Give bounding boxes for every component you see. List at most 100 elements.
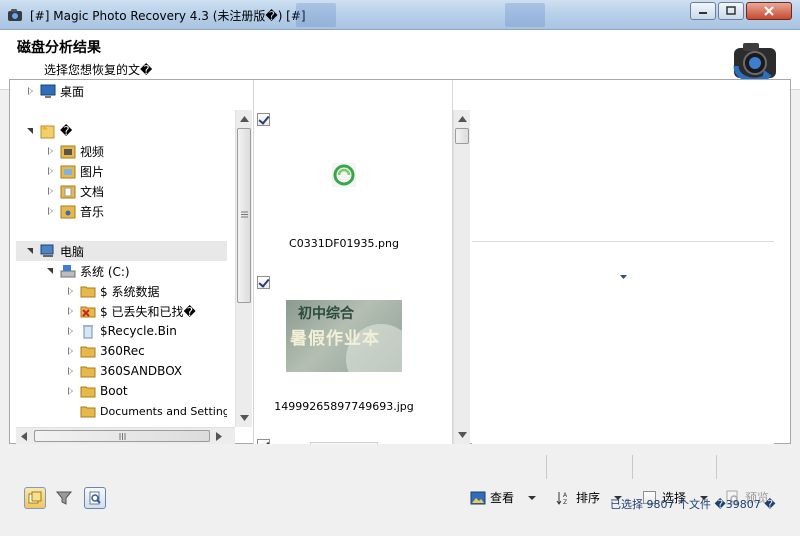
status-bar-text: 已选择 9807 个文件 �39807 � bbox=[610, 498, 776, 511]
expand-icon[interactable] bbox=[26, 86, 36, 96]
sort-label: 排序 bbox=[576, 491, 601, 505]
file-checkbox[interactable] bbox=[257, 276, 270, 289]
scroll-left-icon[interactable] bbox=[21, 432, 27, 441]
folder-view-icon bbox=[28, 491, 42, 504]
thumbnails-vertical-scrollbar[interactable] bbox=[453, 110, 470, 444]
tree-scroll-thumb[interactable] bbox=[237, 128, 251, 303]
expand-icon[interactable] bbox=[66, 326, 76, 336]
scroll-down-icon[interactable] bbox=[240, 415, 249, 421]
tree-item-label: 360SANDBOX bbox=[100, 364, 183, 378]
expand-icon[interactable] bbox=[66, 286, 76, 296]
videos-folder-icon bbox=[60, 145, 76, 159]
tree-item-label: Documents and Settings bbox=[100, 404, 227, 418]
tree-vertical-scrollbar[interactable] bbox=[235, 110, 252, 427]
svg-text:Z: Z bbox=[563, 499, 567, 506]
background-window-ghost bbox=[505, 3, 545, 27]
expand-icon[interactable] bbox=[66, 346, 76, 356]
tree-item-drive-c[interactable]: 系统 (C:) bbox=[16, 261, 227, 281]
tree-item-label: 图片 bbox=[80, 164, 105, 179]
thumbnail-view-toggle[interactable] bbox=[24, 487, 46, 509]
tree-item-folder[interactable]: 360SANDBOX bbox=[16, 361, 227, 381]
collapse-icon[interactable] bbox=[26, 246, 36, 256]
tree-item-videos[interactable]: 视频 bbox=[16, 141, 227, 161]
close-button[interactable] bbox=[746, 2, 792, 20]
expand-icon[interactable] bbox=[66, 366, 76, 376]
preview-splitter[interactable] bbox=[472, 241, 774, 242]
tree-item-label: � bbox=[60, 124, 73, 138]
drive-icon bbox=[60, 265, 76, 278]
scroll-down-icon[interactable] bbox=[458, 432, 467, 438]
expand-icon[interactable] bbox=[46, 146, 56, 156]
folder-icon bbox=[80, 406, 96, 418]
tree-item-music[interactable]: 音乐 bbox=[16, 201, 227, 221]
maximize-button[interactable] bbox=[718, 2, 744, 20]
music-folder-icon bbox=[60, 205, 76, 219]
minimize-button[interactable] bbox=[690, 2, 716, 20]
maximize-icon bbox=[726, 6, 736, 15]
tree-item-label: $ 系统数据 bbox=[100, 284, 160, 299]
expand-icon[interactable] bbox=[66, 306, 76, 316]
png-thumbnail-icon[interactable] bbox=[332, 163, 356, 187]
expand-icon[interactable] bbox=[46, 166, 56, 176]
minimize-icon bbox=[699, 12, 707, 14]
tree-hscroll-thumb[interactable] bbox=[34, 430, 210, 442]
recycle-bin-icon bbox=[83, 325, 93, 339]
folder-icon bbox=[80, 366, 96, 378]
tree-item-folder[interactable]: Boot bbox=[16, 381, 227, 401]
preview-pane bbox=[472, 80, 774, 444]
folder-icon bbox=[80, 346, 96, 358]
tree-item-computer[interactable]: 电脑 bbox=[16, 241, 227, 261]
tree-item-label: Boot bbox=[100, 384, 128, 398]
collapse-icon[interactable] bbox=[26, 126, 36, 136]
svg-text:A: A bbox=[563, 492, 568, 499]
file-thumbnail-list[interactable]: C0331DF01935.png 初中综合 暑假作业本 149992658977… bbox=[253, 80, 453, 444]
tree-horizontal-scrollbar[interactable] bbox=[16, 427, 235, 444]
scroll-up-icon[interactable] bbox=[240, 116, 249, 122]
expand-icon[interactable] bbox=[46, 206, 56, 216]
tree-item-label: 桌面 bbox=[60, 84, 85, 99]
tree-item-label: 系统 (C:) bbox=[80, 264, 130, 279]
app-icon bbox=[8, 9, 22, 21]
desktop-icon bbox=[40, 84, 56, 98]
folder-tree[interactable]: 桌面 � 视频 图片 文档 音乐 电脑 系统 (C:) $ 系统数据 $ 已丢失… bbox=[16, 80, 227, 427]
tree-item-documents[interactable]: 文档 bbox=[16, 181, 227, 201]
file-name: 14999265897749693.jpg bbox=[274, 400, 414, 413]
tree-item-label: 视频 bbox=[80, 144, 105, 159]
search-document-icon bbox=[89, 491, 101, 505]
splitter-arrow-icon[interactable] bbox=[620, 275, 627, 279]
view-button[interactable]: 查看 bbox=[470, 489, 537, 506]
expand-icon[interactable] bbox=[46, 186, 56, 196]
tree-item-folder[interactable]: $ 已丢失和已找� bbox=[16, 301, 227, 321]
tree-item-libraries[interactable]: � bbox=[16, 121, 227, 141]
find-files-button[interactable] bbox=[84, 487, 106, 509]
tree-item-pictures[interactable]: 图片 bbox=[16, 161, 227, 181]
page-subtitle: 选择您想恢复的文� bbox=[44, 63, 153, 77]
file-name: C0331DF01935.png bbox=[289, 237, 399, 250]
window-title: [#] Magic Photo Recovery 4.3 (未注册版�) [#] bbox=[30, 9, 306, 23]
tree-item-label: 文档 bbox=[80, 184, 105, 199]
tree-item-folder[interactable]: $Recycle.Bin bbox=[16, 321, 227, 341]
tree-item-label: $Recycle.Bin bbox=[100, 324, 177, 338]
tree-item-desktop[interactable]: 桌面 bbox=[16, 81, 227, 101]
view-dropdown-arrow-icon[interactable] bbox=[528, 495, 537, 500]
tree-item-label: 360Rec bbox=[100, 344, 145, 358]
lost-found-folder-icon bbox=[80, 306, 96, 318]
tree-item-folder[interactable]: $ 系统数据 bbox=[16, 281, 227, 301]
thumbnail-text-bottom: 暑假作业本 bbox=[290, 329, 380, 349]
file-checkbox[interactable] bbox=[257, 113, 270, 126]
sort-az-icon: AZ bbox=[556, 491, 568, 506]
scroll-up-icon[interactable] bbox=[458, 116, 467, 122]
documents-folder-icon bbox=[60, 185, 76, 199]
tree-item-folder[interactable]: 360Rec bbox=[16, 341, 227, 361]
thumbnails-scroll-thumb[interactable] bbox=[455, 128, 469, 144]
jpg-thumbnail-image[interactable]: 初中综合 暑假作业本 bbox=[286, 300, 402, 372]
collapse-icon[interactable] bbox=[46, 266, 56, 276]
background-window-ghost bbox=[296, 3, 336, 27]
grip-icon bbox=[241, 211, 248, 218]
expand-icon[interactable] bbox=[66, 386, 76, 396]
scroll-right-icon[interactable] bbox=[216, 432, 222, 441]
thumbnail-text-top: 初中综合 bbox=[298, 306, 354, 322]
camera-logo-icon bbox=[733, 43, 776, 83]
tree-item-folder[interactable]: Documents and Settings bbox=[16, 401, 227, 421]
filter-icon[interactable] bbox=[56, 490, 72, 506]
